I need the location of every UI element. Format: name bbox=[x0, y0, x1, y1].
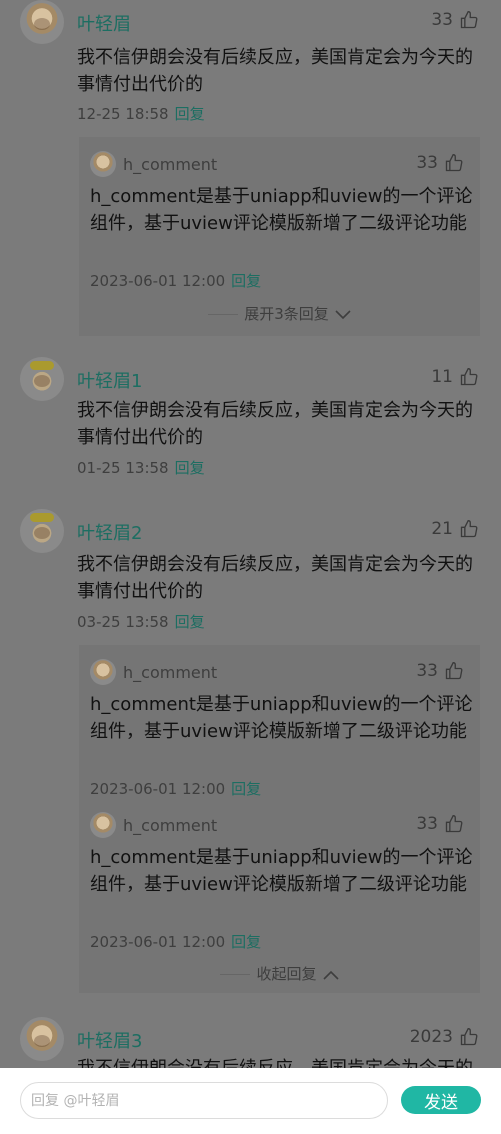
comment-author[interactable]: 叶轻眉2 bbox=[77, 519, 142, 545]
reply-text: h_comment是基于uniapp和uview的一个评论组件，基于uview评… bbox=[90, 694, 473, 742]
collapse-replies-button[interactable]: 收起回复 bbox=[79, 963, 480, 984]
reply-input-wrap bbox=[20, 1082, 388, 1119]
like-count: 33 bbox=[431, 10, 453, 30]
send-button[interactable]: 发送 bbox=[401, 1086, 481, 1114]
expand-label: 展开3条回复 bbox=[244, 305, 329, 323]
thumbs-up-icon bbox=[445, 661, 463, 680]
thumbs-up-icon bbox=[445, 814, 463, 833]
like-count: 21 bbox=[431, 519, 453, 539]
like-button[interactable]: 21 bbox=[431, 519, 479, 539]
reply-box: h_comment 33 h_comment是基于uniapp和uview的一个… bbox=[79, 137, 480, 336]
like-count: 2023 bbox=[409, 1027, 453, 1047]
comment-meta: 12-25 18:58 回复 bbox=[77, 103, 205, 124]
comment-time: 12-25 18:58 bbox=[77, 105, 169, 123]
comment-text: 我不信伊朗会没有后续反应，美国肯定会为今天的事情付出代价的 bbox=[77, 47, 473, 95]
comment-meta: 01-25 13:58 回复 bbox=[77, 457, 205, 478]
thumbs-up-icon bbox=[445, 153, 463, 172]
like-count: 33 bbox=[416, 661, 438, 681]
reply-meta: 2023-06-01 12:00 回复 bbox=[90, 931, 261, 952]
like-button[interactable]: 33 bbox=[431, 10, 479, 30]
comment-author[interactable]: 叶轻眉1 bbox=[77, 367, 142, 393]
like-button[interactable]: 11 bbox=[431, 367, 479, 387]
avatar[interactable] bbox=[20, 0, 64, 44]
comment-meta: 03-25 13:58 回复 bbox=[77, 611, 205, 632]
collapse-label: 收起回复 bbox=[256, 965, 317, 983]
reply-bar: 发送 bbox=[0, 1068, 501, 1134]
reply-input[interactable] bbox=[21, 1083, 387, 1118]
like-button[interactable]: 33 bbox=[416, 661, 464, 681]
expand-replies-button[interactable]: 展开3条回复 bbox=[79, 303, 480, 324]
divider bbox=[220, 974, 251, 975]
avatar[interactable] bbox=[20, 1017, 64, 1061]
comment-text: 我不信伊朗会没有后续反应，美国肯定会为今天的事情付出代价的 bbox=[77, 1055, 487, 1068]
reply-author[interactable]: h_comment bbox=[123, 663, 217, 682]
avatar[interactable] bbox=[20, 357, 64, 401]
like-button[interactable]: 33 bbox=[416, 153, 464, 173]
comment-text: 我不信伊朗会没有后续反应，美国肯定会为今天的事情付出代价的 bbox=[77, 400, 473, 448]
reply-box: h_comment 33 h_comment是基于uniapp和uview的一个… bbox=[79, 645, 480, 993]
avatar[interactable] bbox=[90, 659, 116, 685]
reply-meta: 2023-06-01 12:00 回复 bbox=[90, 778, 261, 799]
thumbs-up-icon bbox=[460, 367, 478, 386]
reply-time: 2023-06-01 12:00 bbox=[90, 933, 226, 951]
comment-text: 我不信伊朗会没有后续反应，美国肯定会为今天的事情付出代价的 bbox=[77, 554, 473, 602]
avatar[interactable] bbox=[90, 151, 116, 177]
thumbs-up-icon bbox=[460, 10, 478, 29]
reply-link[interactable]: 回复 bbox=[175, 105, 205, 123]
reply-author[interactable]: h_comment bbox=[123, 155, 217, 174]
comment-time: 01-25 13:58 bbox=[77, 459, 169, 477]
chevron-up-icon bbox=[322, 970, 339, 980]
reply-link[interactable]: 回复 bbox=[231, 933, 261, 951]
reply-text: h_comment是基于uniapp和uview的一个评论组件，基于uview评… bbox=[90, 186, 473, 234]
like-count: 33 bbox=[416, 814, 438, 834]
reply-meta: 2023-06-01 12:00 回复 bbox=[90, 270, 261, 291]
comment-author[interactable]: 叶轻眉 bbox=[77, 10, 131, 36]
reply-time: 2023-06-01 12:00 bbox=[90, 272, 226, 290]
comment-time: 03-25 13:58 bbox=[77, 613, 169, 631]
thumbs-up-icon bbox=[460, 519, 478, 538]
reply-link[interactable]: 回复 bbox=[175, 459, 205, 477]
reply-link[interactable]: 回复 bbox=[231, 272, 261, 290]
like-button[interactable]: 33 bbox=[416, 814, 464, 834]
like-count: 33 bbox=[416, 153, 438, 173]
avatar[interactable] bbox=[90, 812, 116, 838]
chevron-down-icon bbox=[335, 309, 351, 319]
divider bbox=[208, 314, 239, 315]
comment-author[interactable]: 叶轻眉3 bbox=[77, 1027, 142, 1053]
thumbs-up-icon bbox=[460, 1027, 478, 1046]
reply-author[interactable]: h_comment bbox=[123, 816, 217, 835]
reply-link[interactable]: 回复 bbox=[175, 613, 205, 631]
comment-list[interactable]: 叶轻眉 33 我不信伊朗会没有后续反应，美国肯定会为今天的事情付出代价的 12-… bbox=[0, 0, 501, 1068]
reply-link[interactable]: 回复 bbox=[231, 780, 261, 798]
reply-text: h_comment是基于uniapp和uview的一个评论组件，基于uview评… bbox=[90, 847, 473, 895]
like-count: 11 bbox=[431, 367, 453, 387]
reply-time: 2023-06-01 12:00 bbox=[90, 780, 226, 798]
avatar[interactable] bbox=[20, 509, 64, 553]
like-button[interactable]: 2023 bbox=[410, 1027, 479, 1047]
